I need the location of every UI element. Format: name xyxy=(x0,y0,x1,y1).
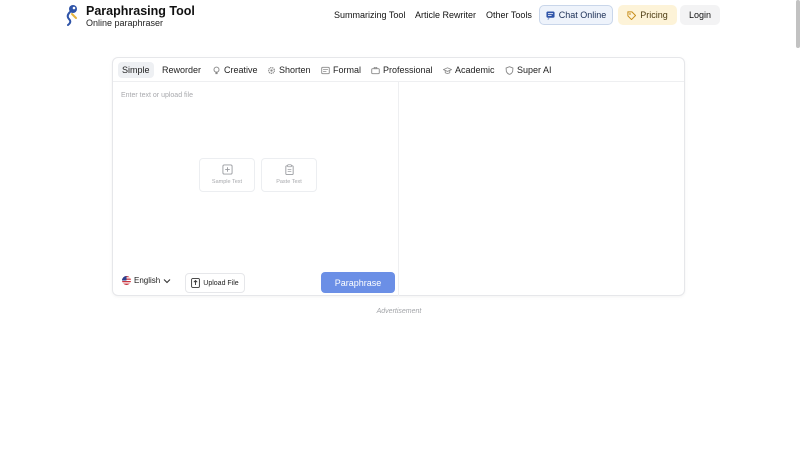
output-pane xyxy=(400,82,684,296)
tab-professional-label: Professional xyxy=(383,65,433,75)
graduation-icon xyxy=(443,66,452,74)
tab-super-ai[interactable]: Super AI xyxy=(505,62,552,78)
input-pane[interactable]: Enter text or upload file Sample Text Pa… xyxy=(113,82,399,296)
scrollbar-thumb[interactable] xyxy=(796,0,800,48)
language-label: English xyxy=(134,276,161,285)
pricing-button[interactable]: Pricing xyxy=(618,5,677,25)
nav-article-rewriter[interactable]: Article Rewriter xyxy=(415,10,476,20)
tab-reworder[interactable]: Reworder xyxy=(162,62,201,78)
paste-text-label: Paste Text xyxy=(276,179,302,185)
logo-icon[interactable] xyxy=(64,4,80,26)
paste-text-button[interactable]: Paste Text xyxy=(261,158,317,192)
tab-academic[interactable]: Academic xyxy=(443,62,495,78)
sample-text-label: Sample Text xyxy=(211,179,243,185)
paraphrase-button[interactable]: Paraphrase xyxy=(321,272,395,293)
nav-summarizing-tool[interactable]: Summarizing Tool xyxy=(334,10,405,20)
sample-text-button[interactable]: Sample Text xyxy=(199,158,255,192)
tab-academic-label: Academic xyxy=(455,65,495,75)
tab-creative-label: Creative xyxy=(224,65,258,75)
upload-icon xyxy=(191,278,201,288)
pricing-label: Pricing xyxy=(640,10,668,20)
chat-online-button[interactable]: Chat Online xyxy=(539,5,613,25)
nav-other-tools[interactable]: Other Tools xyxy=(486,10,532,20)
tab-professional[interactable]: Professional xyxy=(371,62,433,78)
chevron-down-icon xyxy=(163,278,171,283)
brand-subtitle: Online paraphraser xyxy=(86,18,164,28)
input-toolbar: English Upload File Paraphrase xyxy=(113,272,399,296)
advertisement-label: Advertisement xyxy=(376,308,422,315)
us-flag-icon xyxy=(122,276,131,285)
header: Paraphrasing Tool Online paraphraser Sum… xyxy=(0,0,800,34)
tab-shorten[interactable]: Shorten xyxy=(267,62,311,78)
tab-formal-label: Formal xyxy=(333,65,362,75)
tab-simple-label: Simple xyxy=(122,65,150,75)
upload-file-label: Upload File xyxy=(203,279,239,287)
tab-creative[interactable]: Creative xyxy=(212,62,258,78)
chat-icon xyxy=(546,10,555,20)
tab-shorten-label: Shorten xyxy=(279,65,311,75)
briefcase-icon xyxy=(371,66,380,74)
document-icon xyxy=(321,66,330,74)
tab-simple[interactable]: Simple xyxy=(118,62,154,78)
login-button[interactable]: Login xyxy=(680,5,720,25)
upload-file-button[interactable]: Upload File xyxy=(185,273,245,293)
brand-title[interactable]: Paraphrasing Tool xyxy=(86,4,195,18)
language-selector[interactable]: English xyxy=(122,276,171,285)
tag-icon xyxy=(627,10,637,20)
lightbulb-icon xyxy=(213,66,220,74)
mode-tabs: Simple Reworder Creative Shorten Formal … xyxy=(113,58,684,82)
paraphrase-card: Simple Reworder Creative Shorten Formal … xyxy=(112,57,685,296)
input-placeholder[interactable]: Enter text or upload file xyxy=(121,92,193,99)
tab-reworder-label: Reworder xyxy=(162,65,202,75)
tab-super-ai-label: Super AI xyxy=(517,65,552,75)
chat-online-label: Chat Online xyxy=(558,10,607,20)
tab-formal[interactable]: Formal xyxy=(321,62,361,78)
gear-icon xyxy=(267,66,276,74)
shield-icon xyxy=(505,65,514,75)
clipboard-icon xyxy=(285,164,294,175)
add-square-icon xyxy=(222,164,233,175)
